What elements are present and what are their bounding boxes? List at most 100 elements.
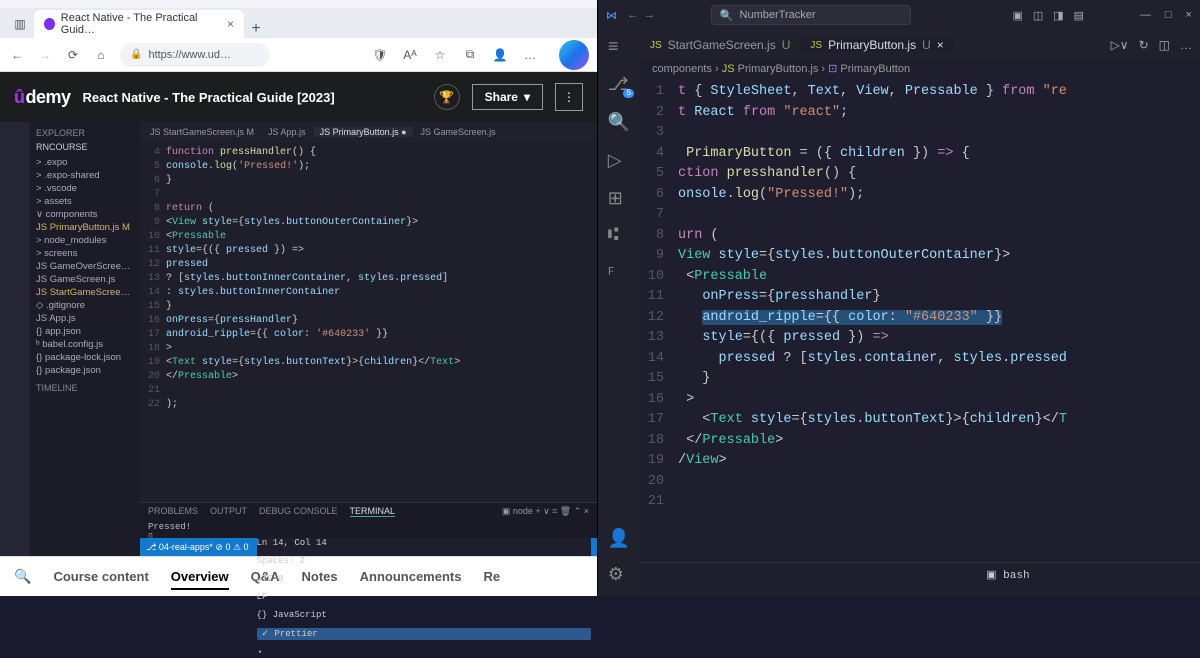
explorer-item[interactable]: > .expo-shared xyxy=(36,169,134,182)
video-player[interactable]: EXPLORER RNCOURSE > .expo> .expo-shared>… xyxy=(0,122,597,556)
code-line[interactable]: 16 > xyxy=(640,390,1200,411)
course-menu-button[interactable]: ⋮ xyxy=(555,83,583,111)
code-line[interactable]: 21 xyxy=(640,492,1200,513)
window-control-icon[interactable]: □ xyxy=(1165,9,1172,21)
code-line[interactable]: 6onsole.log("Pressed!"); xyxy=(640,185,1200,206)
editor-tab[interactable]: JS GameScreen.js xyxy=(415,127,502,137)
code-editor[interactable]: 1t { StyleSheet, Text, View, Pressable }… xyxy=(640,80,1200,562)
url-input[interactable]: 🔒 https://www.ud… xyxy=(120,43,270,67)
code-line[interactable]: 20 xyxy=(640,472,1200,493)
panel-tab-output[interactable]: OUTPUT xyxy=(210,506,247,517)
explorer-item[interactable]: > .expo xyxy=(36,156,134,169)
activity-icon[interactable]: ▷ xyxy=(608,150,630,172)
explorer-item[interactable]: {} package.json xyxy=(36,364,134,377)
code-line[interactable]: 7 xyxy=(640,205,1200,226)
back-icon[interactable]: ← xyxy=(8,48,26,62)
layout-icon[interactable]: ▤ xyxy=(1074,9,1084,22)
nav-back-icon[interactable]: ← xyxy=(627,9,638,21)
code-line[interactable]: 14 pressed ? [styles.container, styles.p… xyxy=(640,349,1200,370)
activity-icon[interactable]: 🔍 xyxy=(608,112,630,134)
collections-icon[interactable]: ⧉ xyxy=(461,47,479,62)
editor-tab[interactable]: JS PrimaryButton.js xyxy=(314,127,413,137)
course-tab[interactable]: Overview xyxy=(171,569,229,590)
browser-tab[interactable]: React Native - The Practical Guid… × xyxy=(34,10,244,38)
code-line[interactable]: 13 style={({ pressed }) => xyxy=(640,328,1200,349)
editor-tab[interactable]: JSPrimaryButton.jsU× xyxy=(800,38,953,52)
activity-icon[interactable]: ⎇ xyxy=(608,74,630,96)
explorer-item[interactable]: ◇ .gitignore xyxy=(36,299,134,312)
course-search-icon[interactable]: 🔍 xyxy=(14,568,31,585)
panel-right-actions[interactable]: ▣ node + ∨ ⌗ 🗑 ⌃ × xyxy=(502,506,589,517)
code-line[interactable]: 15 } xyxy=(640,369,1200,390)
window-control-icon[interactable]: × xyxy=(1186,9,1192,21)
code-line[interactable]: 12 android_ripple={{ color: "#640233" }} xyxy=(640,308,1200,329)
text-size-icon[interactable]: Aᴬ xyxy=(401,48,419,62)
status-item[interactable]: ◔ xyxy=(257,648,591,658)
favorite-icon[interactable]: ☆ xyxy=(431,48,449,62)
close-icon[interactable]: × xyxy=(937,38,944,52)
nav-forward-icon[interactable]: → xyxy=(644,9,655,21)
activity-icon[interactable]: ⚙ xyxy=(608,564,630,586)
code-line[interactable]: 9View style={styles.buttonOuterContainer… xyxy=(640,246,1200,267)
status-item[interactable]: ✓ Prettier xyxy=(257,628,591,640)
explorer-item[interactable]: {} package-lock.json xyxy=(36,351,134,364)
profile-icon[interactable]: 👤 xyxy=(491,48,509,62)
layout-icon[interactable]: ▣ xyxy=(1012,9,1022,22)
home-icon[interactable]: ⌂ xyxy=(92,48,110,62)
explorer-item[interactable]: > screens xyxy=(36,247,134,260)
explorer-item[interactable]: JS GameOverScreen.js xyxy=(36,260,134,273)
tab-action-icon[interactable]: ▷∨ xyxy=(1111,38,1129,52)
code-line[interactable]: 3 xyxy=(640,123,1200,144)
breadcrumb-seg[interactable]: PrimaryButton xyxy=(840,63,910,75)
panel-action-icon[interactable]: ▣ bash xyxy=(986,568,1029,582)
code-line[interactable]: 11 onPress={presshandler} xyxy=(640,287,1200,308)
editor-tab[interactable]: JS StartGameScreen.js M xyxy=(144,127,260,137)
tab-action-icon[interactable]: ◫ xyxy=(1159,38,1170,52)
shield-icon[interactable]: 🛡 xyxy=(371,48,389,62)
activity-icon[interactable]: ⊞ xyxy=(608,188,630,210)
activity-icon[interactable]: ≡ xyxy=(608,38,630,58)
editor-tab[interactable]: JSStartGameScreen.jsU xyxy=(640,38,800,52)
status-item[interactable]: {} JavaScript xyxy=(257,610,591,620)
layout-icon[interactable]: ◨ xyxy=(1053,9,1063,22)
explorer-item[interactable]: ∨ components xyxy=(36,208,134,221)
code-line[interactable]: 1t { StyleSheet, Text, View, Pressable }… xyxy=(640,82,1200,103)
code-line[interactable]: 10 <Pressable xyxy=(640,267,1200,288)
share-button[interactable]: Share▾ xyxy=(472,84,543,110)
explorer-item[interactable]: JS GameScreen.js xyxy=(36,273,134,286)
trophy-icon[interactable]: 🏆 xyxy=(434,84,460,110)
explorer-item[interactable]: ᵇ babel.config.js xyxy=(36,338,134,351)
status-item[interactable]: LF xyxy=(257,592,591,602)
menu-icon[interactable]: … xyxy=(521,48,539,62)
breadcrumb-seg[interactable]: PrimaryButton.js xyxy=(738,63,819,75)
panel-tab-debug[interactable]: DEBUG CONSOLE xyxy=(259,506,338,517)
explorer-item[interactable]: > assets xyxy=(36,195,134,208)
udemy-logo[interactable]: demy xyxy=(14,87,71,108)
panel-tab-problems[interactable]: PROBLEMS xyxy=(148,506,198,517)
status-item[interactable]: Spaces: 2 xyxy=(257,556,591,566)
code-line[interactable]: 4 PrimaryButton = ({ children }) => { xyxy=(640,144,1200,165)
explorer-item[interactable]: JS PrimaryButton.js M xyxy=(36,221,134,234)
window-control-icon[interactable]: — xyxy=(1140,9,1151,21)
tab-overview-icon[interactable]: ▥ xyxy=(6,10,34,38)
close-tab-icon[interactable]: × xyxy=(227,17,234,31)
activity-icon[interactable]: ꟳ xyxy=(608,262,630,286)
activity-icon[interactable]: 👤 xyxy=(608,528,630,550)
code-line[interactable]: 19/View> xyxy=(640,451,1200,472)
bing-icon[interactable] xyxy=(559,40,589,70)
editor-tab[interactable]: JS App.js xyxy=(262,127,312,137)
explorer-item[interactable]: JS App.js xyxy=(36,312,134,325)
explorer-item[interactable]: > node_modules xyxy=(36,234,134,247)
breadcrumb-seg[interactable]: components xyxy=(652,63,712,75)
activity-icon[interactable]: ⑆ xyxy=(608,226,630,246)
status-item[interactable]: UTF-8 xyxy=(257,574,591,584)
explorer-item[interactable]: > .vscode xyxy=(36,182,134,195)
tab-action-icon[interactable]: … xyxy=(1180,38,1192,52)
refresh-icon[interactable]: ⟳ xyxy=(64,48,82,62)
tab-action-icon[interactable]: ↻ xyxy=(1139,38,1149,52)
status-item[interactable]: Ln 14, Col 14 xyxy=(257,538,591,548)
command-center[interactable]: 🔍 NumberTracker xyxy=(711,5,911,25)
status-left[interactable]: ⎇ 04-real-apps* ⊘ 0 ⚠ 0 xyxy=(146,542,249,553)
course-tab[interactable]: Course content xyxy=(53,569,148,584)
layout-icon[interactable]: ◫ xyxy=(1033,9,1043,22)
